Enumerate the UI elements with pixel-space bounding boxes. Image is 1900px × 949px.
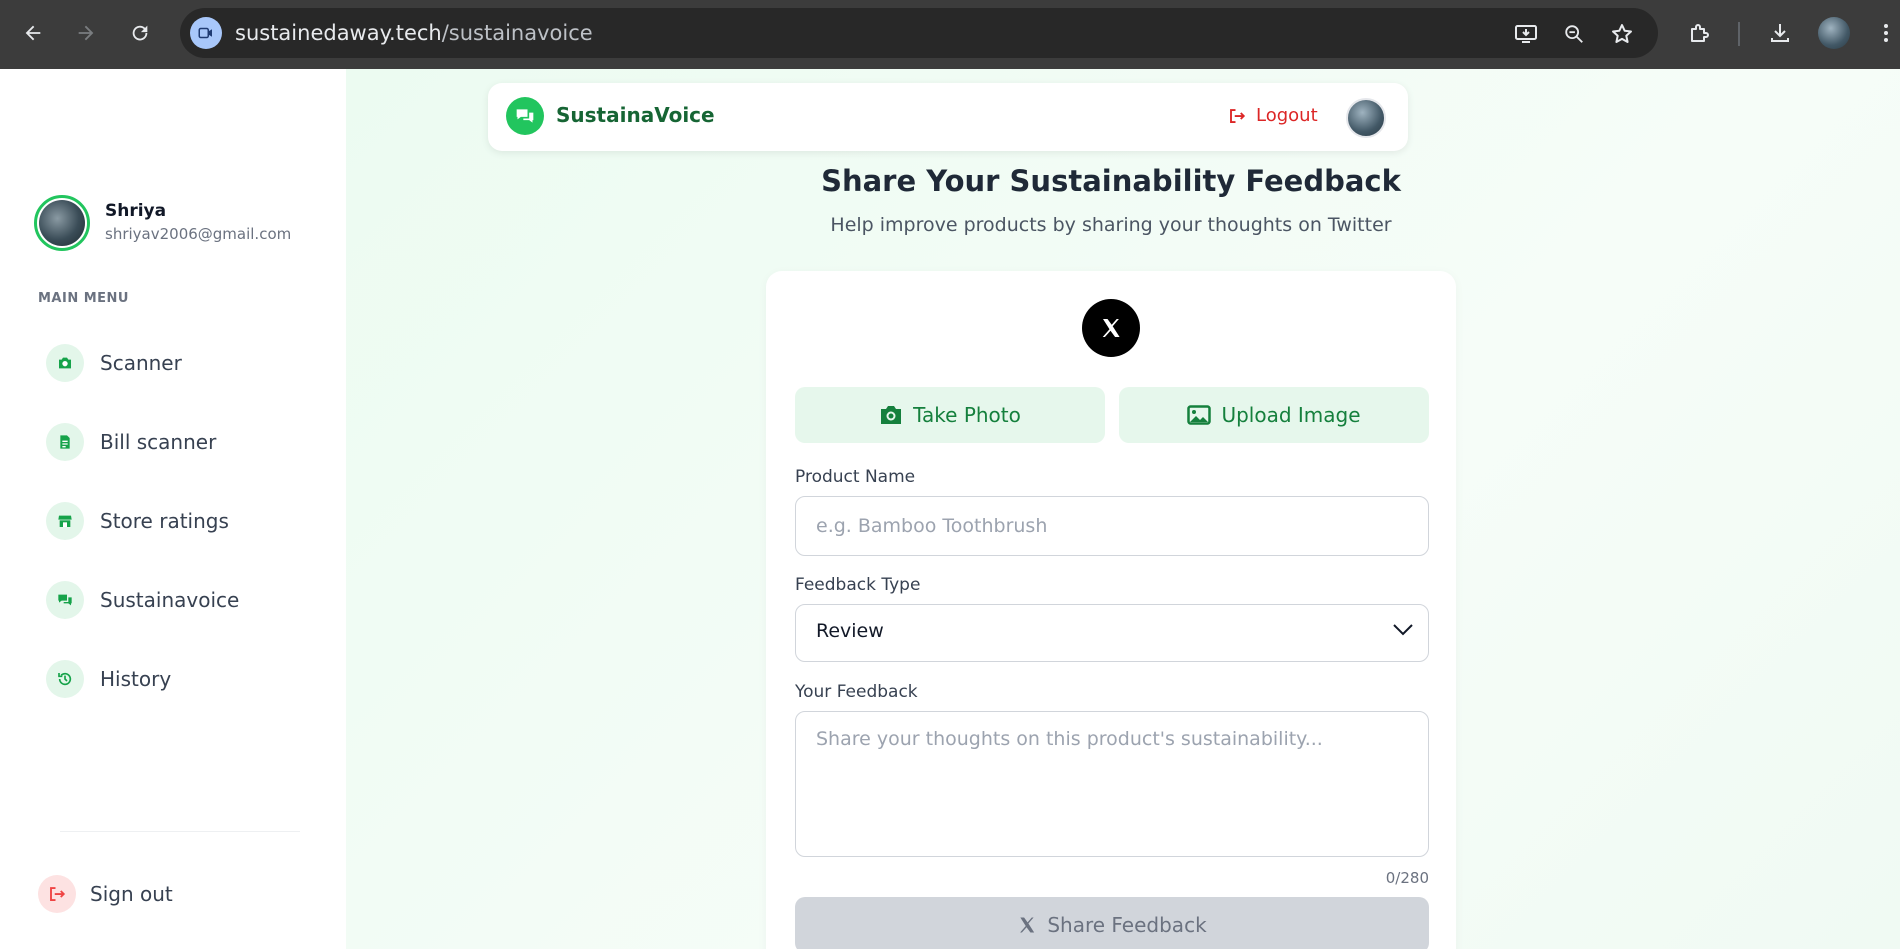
upload-image-button[interactable]: Upload Image — [1119, 387, 1429, 443]
share-feedback-label: Share Feedback — [1047, 913, 1207, 937]
share-feedback-button[interactable]: Share Feedback — [795, 897, 1429, 949]
site-info-icon[interactable] — [190, 17, 222, 49]
toolbar-divider — [1738, 22, 1740, 46]
main-content: SustainaVoice Logout Share Your Sustaina… — [346, 69, 1900, 949]
feedback-type-select[interactable]: Review — [795, 604, 1429, 662]
x-logo-icon — [1082, 299, 1140, 357]
history-icon — [46, 660, 84, 698]
page-title: Share Your Sustainability Feedback — [821, 164, 1401, 198]
logout-label: Logout — [1256, 105, 1318, 126]
character-counter: 0/280 — [1385, 869, 1429, 887]
product-name-input[interactable] — [796, 497, 1428, 555]
address-bar[interactable]: sustainedaway.tech/sustainavoice — [180, 8, 1658, 58]
sign-out-button[interactable]: Sign out — [38, 875, 173, 913]
install-app-icon[interactable] — [1513, 21, 1539, 47]
menu-heading: MAIN MENU — [38, 291, 129, 306]
logout-icon — [1230, 108, 1246, 123]
feedback-type-label: Feedback Type — [795, 575, 921, 595]
url-host: sustainedaway.tech — [235, 21, 442, 45]
take-photo-label: Take Photo — [913, 403, 1021, 427]
reload-icon[interactable] — [125, 18, 155, 48]
sidebar-item-store-ratings[interactable]: Store ratings — [46, 499, 326, 543]
sidebar-item-label: Sustainavoice — [100, 588, 240, 612]
product-name-label: Product Name — [795, 467, 916, 487]
app-header: SustainaVoice Logout — [488, 83, 1408, 151]
x-icon — [1020, 917, 1035, 933]
back-icon[interactable] — [18, 18, 48, 48]
feedback-field[interactable] — [795, 711, 1429, 857]
sidebar-item-label: Store ratings — [100, 509, 229, 533]
chevron-down-icon — [1393, 624, 1413, 636]
camera-icon — [46, 344, 84, 382]
sidebar-item-label: Scanner — [100, 351, 182, 375]
upload-image-label: Upload Image — [1221, 403, 1361, 427]
sidebar-item-bill-scanner[interactable]: Bill scanner — [46, 420, 326, 464]
brand-name: SustainaVoice — [556, 103, 715, 127]
chat-icon — [46, 581, 84, 619]
receipt-icon — [46, 423, 84, 461]
take-photo-button[interactable]: Take Photo — [795, 387, 1105, 443]
sidebar: Shriya shriyav2006@gmail.com MAIN MENU S… — [0, 69, 346, 949]
feedback-textarea[interactable] — [796, 712, 1428, 856]
sidebar-item-history[interactable]: History — [46, 657, 326, 701]
sidebar-item-scanner[interactable]: Scanner — [46, 341, 326, 385]
chrome-menu-icon[interactable] — [1872, 19, 1900, 47]
download-icon[interactable] — [1766, 19, 1794, 47]
browser-toolbar: sustainedaway.tech/sustainavoice — [0, 0, 1900, 69]
avatar[interactable] — [1346, 98, 1386, 138]
logout-button[interactable]: Logout — [1228, 105, 1318, 126]
camera-icon — [881, 406, 902, 424]
feedback-type-value: Review — [816, 620, 884, 642]
avatar[interactable] — [34, 195, 90, 251]
store-icon — [46, 502, 84, 540]
url-text[interactable]: sustainedaway.tech/sustainavoice — [235, 21, 593, 45]
sidebar-item-label: History — [100, 667, 172, 691]
forward-icon[interactable] — [71, 18, 101, 48]
url-path: /sustainavoice — [441, 21, 593, 45]
bookmark-star-icon[interactable] — [1609, 21, 1635, 47]
sidebar-item-sustainavoice[interactable]: Sustainavoice — [46, 578, 326, 622]
page-subtitle: Help improve products by sharing your th… — [830, 214, 1392, 236]
profile-photo — [39, 200, 85, 246]
sign-out-label: Sign out — [90, 882, 173, 906]
profile-name: Shriya — [105, 201, 167, 221]
feedback-card: Take Photo Upload Image Product Name Fee… — [766, 271, 1456, 949]
sidebar-item-label: Bill scanner — [100, 430, 217, 454]
extensions-icon[interactable] — [1686, 19, 1714, 47]
browser-profile-avatar[interactable] — [1818, 17, 1850, 49]
chat-logo-icon — [506, 97, 544, 135]
product-name-field[interactable] — [795, 496, 1429, 556]
feedback-label: Your Feedback — [795, 682, 918, 702]
profile-email: shriyav2006@gmail.com — [105, 225, 292, 243]
sidebar-divider — [60, 831, 300, 832]
image-icon — [1187, 405, 1212, 425]
zoom-icon[interactable] — [1561, 21, 1587, 47]
sign-out-icon — [38, 875, 76, 913]
